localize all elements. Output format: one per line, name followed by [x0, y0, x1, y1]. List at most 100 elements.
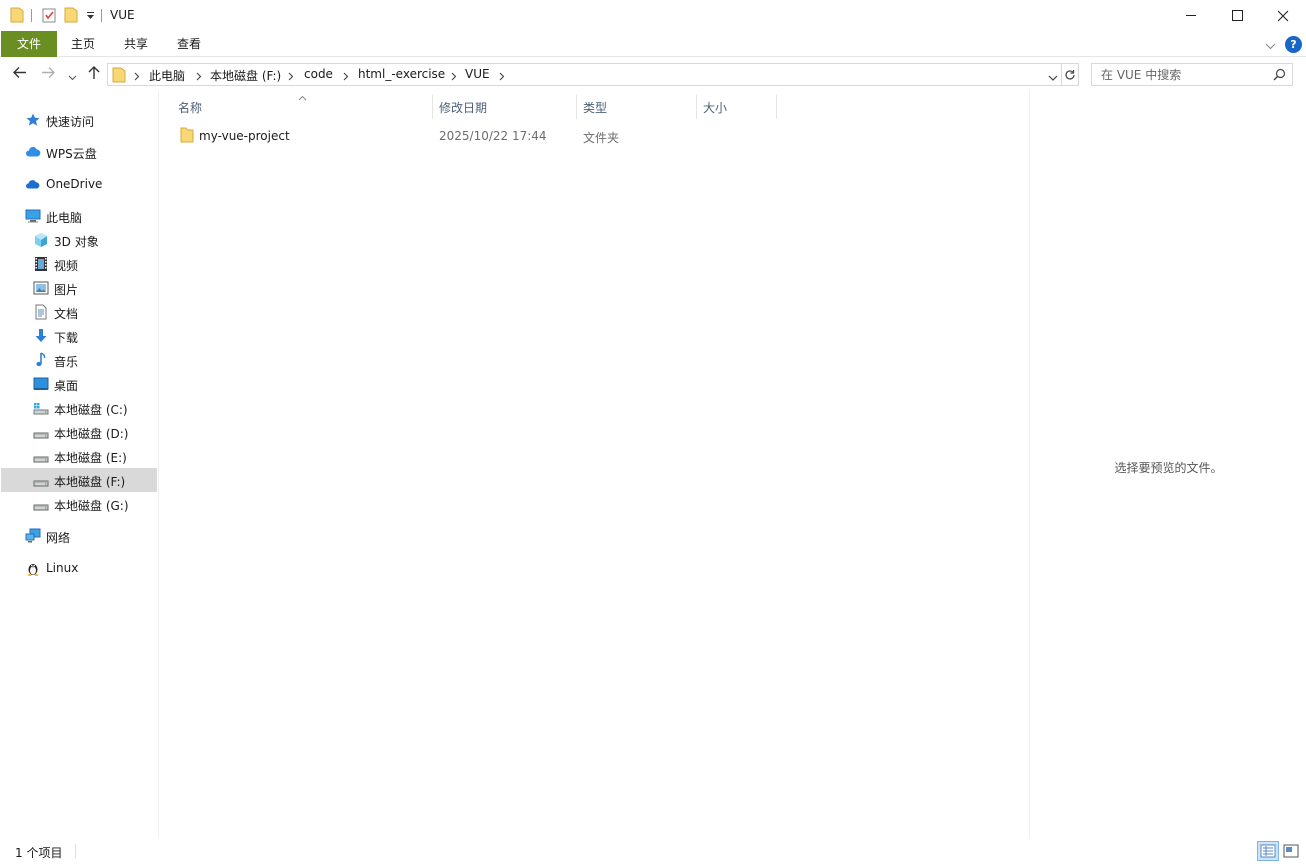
folder-icon: [10, 7, 24, 26]
nav-item-label: 3D 对象: [54, 235, 99, 249]
video-icon: [33, 256, 49, 272]
chevron-right-icon[interactable]: [134, 70, 140, 84]
nav-item-music[interactable]: 音乐: [1, 348, 157, 372]
nav-item-label: 快速访问: [46, 115, 95, 129]
folder-icon: [180, 127, 194, 146]
back-icon[interactable]: [12, 65, 27, 83]
forward-icon[interactable]: [41, 65, 56, 83]
properties-icon[interactable]: [42, 7, 56, 26]
nav-item-wps-cloud[interactable]: WPS云盘: [1, 140, 157, 164]
nav-item-downloads[interactable]: 下载: [1, 324, 157, 348]
address-dropdown-icon[interactable]: [1048, 71, 1058, 85]
help-icon[interactable]: ?: [1285, 36, 1302, 53]
table-row[interactable]: my-vue-project 2025/10/22 17:44 文件夹: [176, 124, 776, 146]
title-bar: VUE: [0, 0, 1306, 31]
breadcrumb-drive-f[interactable]: 本地磁盘 (F:): [210, 67, 281, 84]
nav-item-onedrive[interactable]: OneDrive: [1, 172, 157, 196]
nav-item-network[interactable]: 网络: [1, 524, 157, 548]
nav-item-label: 此电脑: [46, 211, 83, 225]
chevron-right-icon[interactable]: [499, 70, 505, 84]
network-icon: [25, 528, 41, 544]
up-icon[interactable]: [87, 65, 101, 83]
nav-item-label: 本地磁盘 (F:): [54, 475, 126, 489]
customize-toolbar-icon[interactable]: [86, 10, 95, 24]
nav-item-videos[interactable]: 视频: [1, 252, 157, 276]
cube-icon: [33, 232, 49, 248]
nav-item-linux[interactable]: Linux: [1, 556, 157, 580]
window-title: VUE: [110, 8, 135, 22]
nav-item-this-pc[interactable]: 此电脑: [1, 204, 157, 228]
item-count: 1 个项目: [15, 846, 63, 860]
column-header-modified[interactable]: 修改日期: [433, 91, 576, 121]
folder-icon: [112, 67, 126, 86]
close-icon: [1277, 10, 1289, 21]
breadcrumb-code[interactable]: code: [304, 67, 333, 81]
column-header-type[interactable]: 类型: [577, 91, 696, 121]
chevron-right-icon[interactable]: [196, 70, 202, 84]
chevron-right-icon[interactable]: [288, 70, 294, 84]
column-divider[interactable]: [776, 95, 777, 119]
chevron-right-icon[interactable]: [343, 70, 349, 84]
nav-item-drive-g[interactable]: 本地磁盘 (G:): [1, 492, 157, 516]
close-button[interactable]: [1260, 0, 1306, 31]
nav-item-label: 视频: [54, 259, 79, 273]
drive-icon: [33, 472, 49, 488]
search-box[interactable]: [1091, 63, 1293, 86]
nav-item-label: 下载: [54, 331, 79, 345]
maximize-button[interactable]: [1214, 0, 1260, 31]
nav-item-label: 本地磁盘 (D:): [54, 427, 129, 441]
address-bar[interactable]: 此电脑 本地磁盘 (F:) code html_-exercise VUE: [107, 63, 1062, 86]
nav-item-label: 桌面: [54, 379, 79, 393]
onedrive-icon: [25, 176, 41, 192]
nav-item-label: 音乐: [54, 355, 79, 369]
recent-locations-icon[interactable]: [68, 70, 77, 84]
nav-item-documents[interactable]: 文档: [1, 300, 157, 324]
preview-pane: 选择要预览的文件。: [1029, 91, 1306, 838]
nav-item-label: 网络: [46, 531, 71, 545]
music-icon: [33, 352, 49, 368]
nav-item-drive-d[interactable]: 本地磁盘 (D:): [1, 420, 157, 444]
nav-item-drive-c[interactable]: 本地磁盘 (C:): [1, 396, 157, 420]
nav-item-3d-objects[interactable]: 3D 对象: [1, 228, 157, 252]
title-separator: [101, 9, 102, 22]
nav-item-quick-access[interactable]: 快速访问: [1, 108, 157, 132]
large-icons-view-icon: [1283, 844, 1299, 858]
document-icon: [33, 304, 49, 320]
minimize-button[interactable]: [1168, 0, 1214, 31]
breadcrumb-this-pc[interactable]: 此电脑: [149, 67, 185, 84]
search-input[interactable]: [1092, 64, 1270, 85]
status-separator: [75, 844, 76, 858]
nav-item-label: WPS云盘: [46, 147, 97, 161]
search-icon[interactable]: [1273, 68, 1286, 84]
picture-icon: [33, 280, 49, 296]
tab-share[interactable]: 共享: [113, 31, 159, 57]
chevron-right-icon[interactable]: [451, 70, 457, 84]
nav-item-pictures[interactable]: 图片: [1, 276, 157, 300]
address-row: 此电脑 本地磁盘 (F:) code html_-exercise VUE: [0, 57, 1306, 91]
nav-item-label: 文档: [54, 307, 79, 321]
tab-file[interactable]: 文件: [1, 31, 57, 57]
download-icon: [33, 328, 49, 344]
breadcrumb-vue[interactable]: VUE: [465, 67, 490, 81]
ribbon-tabs: 文件 主页 共享 查看 ?: [0, 31, 1306, 57]
column-header-size[interactable]: 大小: [697, 91, 776, 121]
linux-icon: [25, 560, 41, 576]
star-icon: [25, 112, 41, 128]
details-view-icon: [1260, 844, 1276, 858]
details-view-button[interactable]: [1257, 841, 1279, 861]
nav-item-desktop[interactable]: 桌面: [1, 372, 157, 396]
expand-ribbon-icon[interactable]: [1265, 39, 1276, 53]
column-header-name[interactable]: 名称: [160, 91, 432, 121]
tab-home[interactable]: 主页: [60, 31, 106, 57]
tab-view[interactable]: 查看: [166, 31, 212, 57]
nav-item-drive-f[interactable]: 本地磁盘 (F:): [1, 468, 157, 492]
cloud-icon: [25, 144, 41, 160]
drive-icon: [33, 496, 49, 512]
new-folder-icon[interactable]: [64, 7, 78, 26]
large-icons-view-button[interactable]: [1280, 841, 1302, 861]
preview-message: 选择要预览的文件。: [1114, 461, 1223, 475]
nav-item-drive-e[interactable]: 本地磁盘 (E:): [1, 444, 157, 468]
nav-item-label: 图片: [54, 283, 79, 297]
refresh-button[interactable]: [1062, 63, 1079, 86]
breadcrumb-html-exercise[interactable]: html_-exercise: [358, 67, 445, 81]
